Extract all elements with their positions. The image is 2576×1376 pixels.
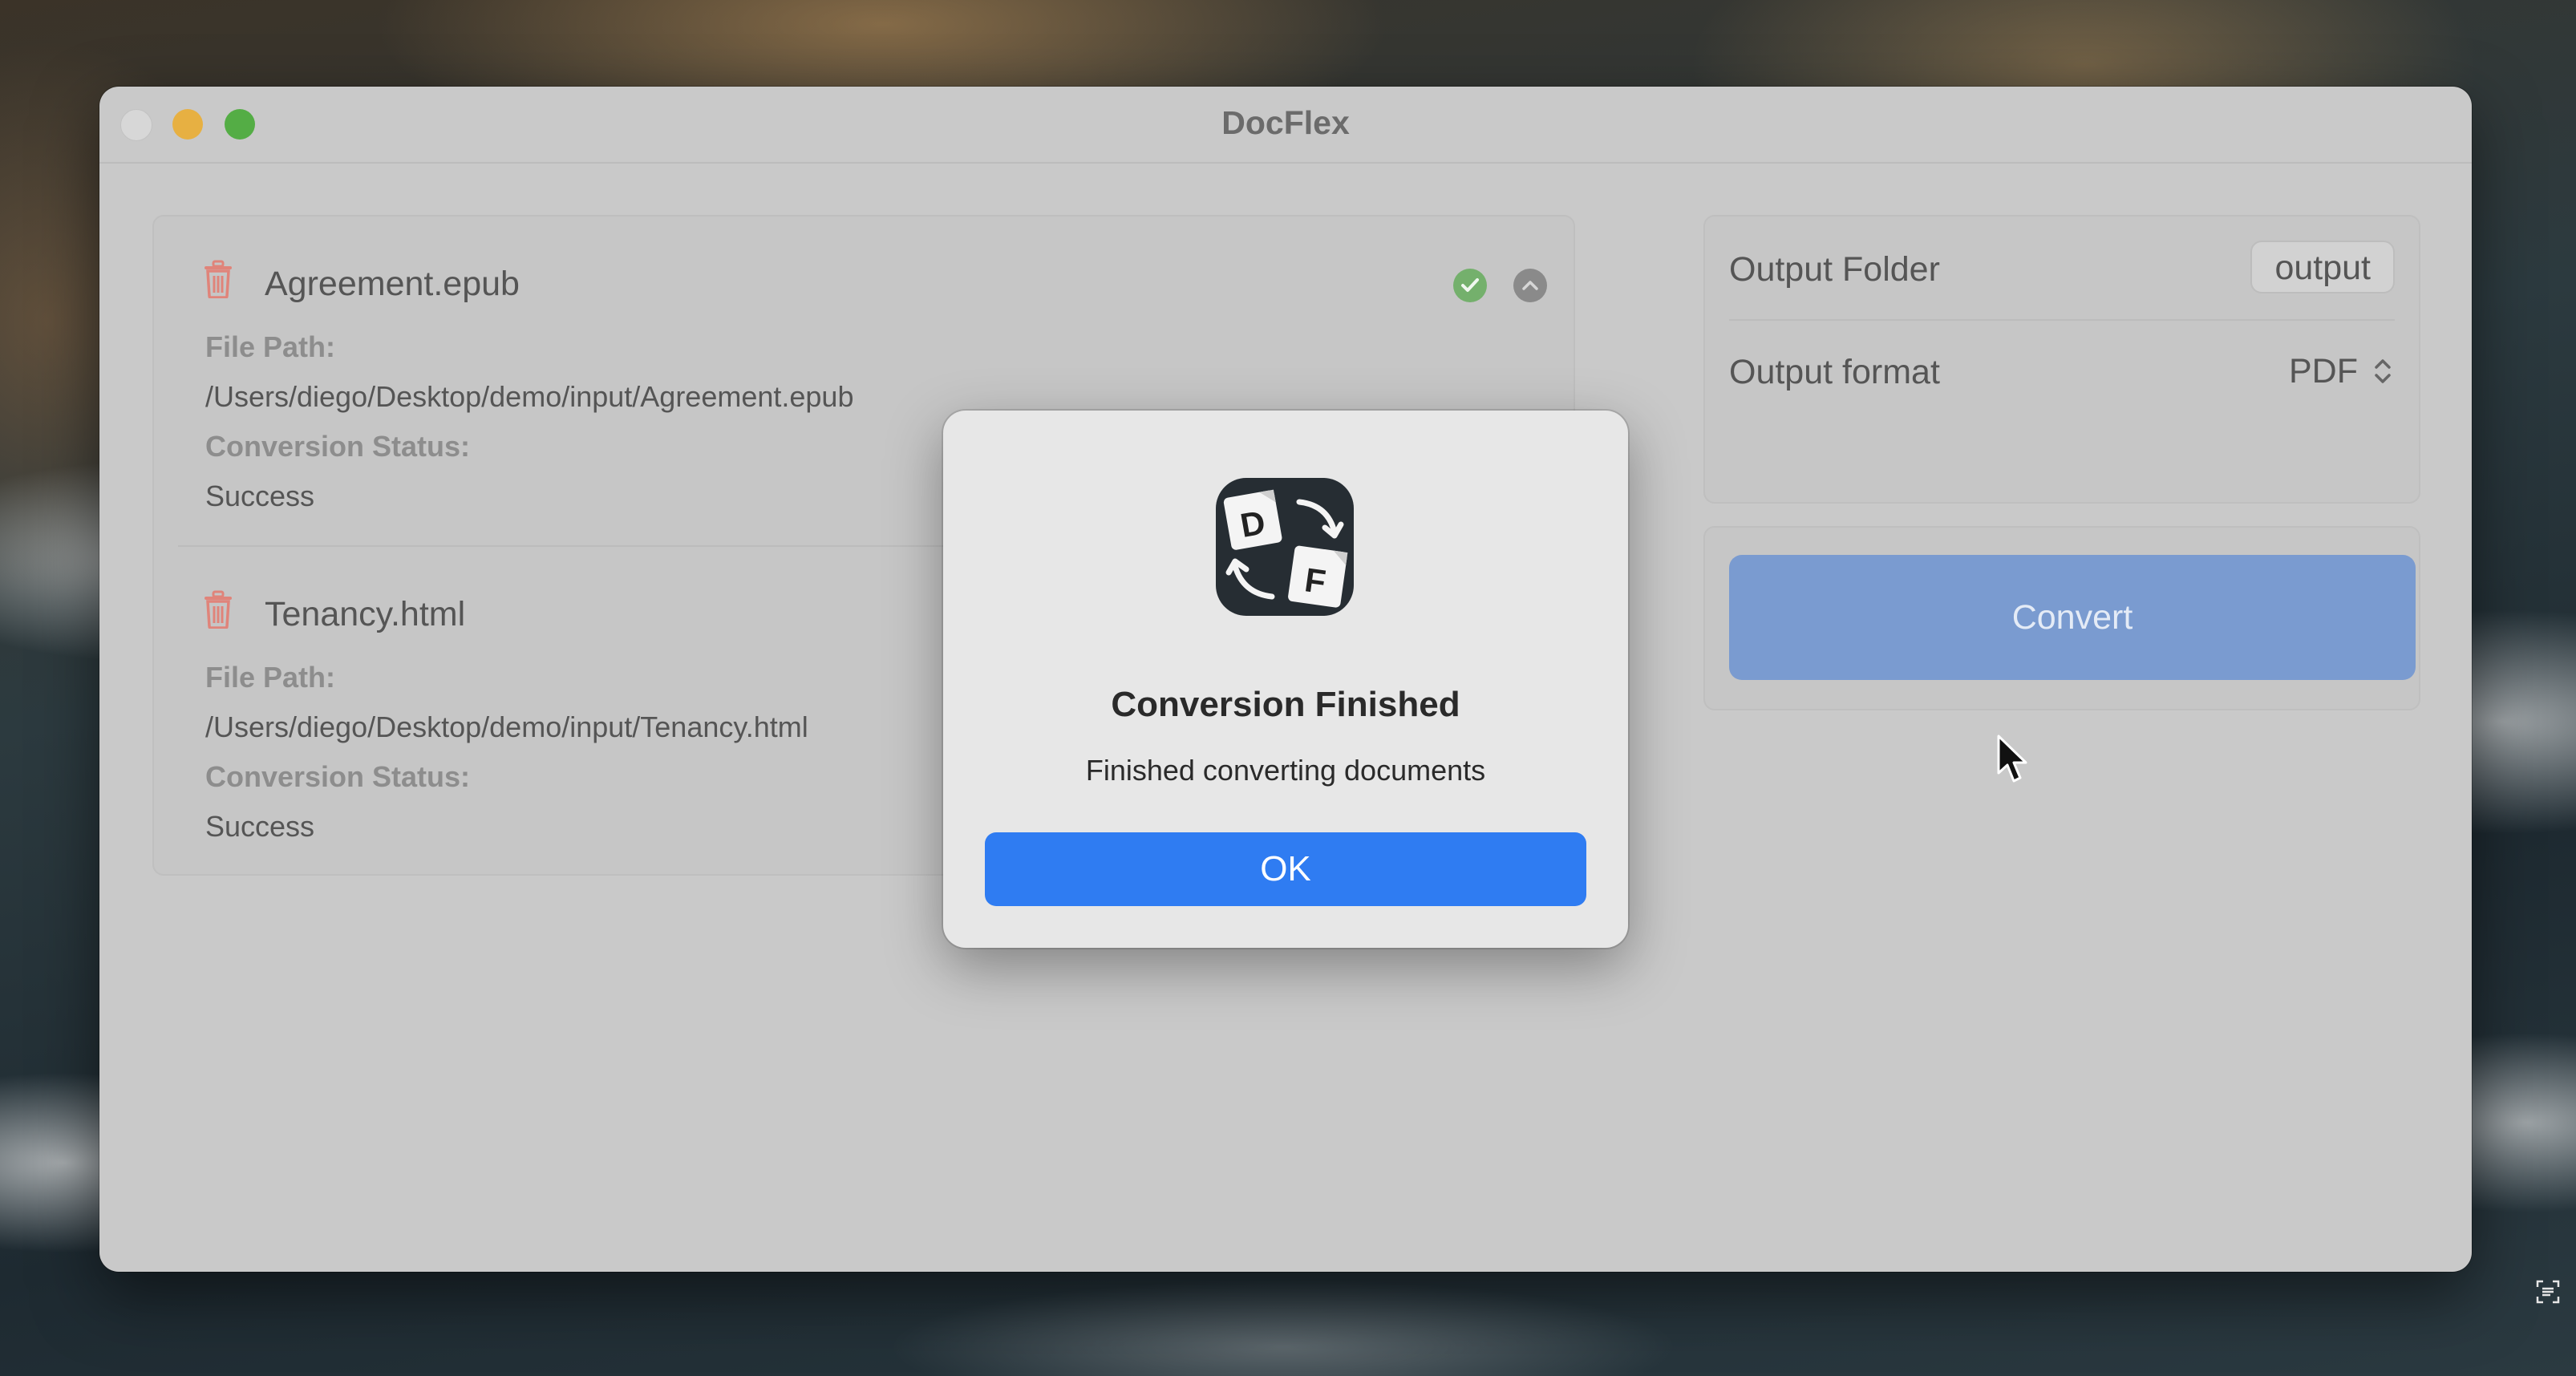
output-format-select[interactable]: PDF bbox=[2289, 345, 2395, 398]
conversion-status-value: Success bbox=[205, 480, 315, 512]
output-format-value: PDF bbox=[2289, 351, 2358, 391]
trash-icon[interactable] bbox=[202, 260, 234, 298]
collapse-button[interactable] bbox=[1513, 269, 1547, 302]
output-format-label: Output format bbox=[1729, 353, 1940, 391]
trash-icon[interactable] bbox=[202, 590, 234, 629]
checkmark-circle-icon bbox=[1453, 269, 1487, 302]
mouse-cursor-icon bbox=[1997, 735, 2027, 783]
ok-button[interactable]: OK bbox=[985, 832, 1586, 906]
output-folder-button[interactable]: output bbox=[2250, 241, 2395, 293]
output-folder-label: Output Folder bbox=[1729, 250, 1940, 289]
dialog-message: Finished converting documents bbox=[1085, 754, 1486, 787]
file-path-label: File Path: bbox=[205, 330, 336, 363]
conversion-status-label: Conversion Status: bbox=[205, 430, 471, 463]
convert-panel: Convert bbox=[1703, 526, 2420, 710]
convert-button[interactable]: Convert bbox=[1729, 555, 2416, 680]
conversion-status-label: Conversion Status: bbox=[205, 760, 471, 793]
conversion-finished-dialog: D F Conversion Finished Finished convert… bbox=[943, 411, 1628, 948]
conversion-status-value: Success bbox=[205, 810, 315, 843]
file-path-value: /Users/diego/Desktop/demo/input/Agreemen… bbox=[205, 380, 854, 413]
screenshot-capture-icon[interactable] bbox=[2536, 1280, 2560, 1304]
window-title: DocFlex bbox=[1221, 104, 1350, 141]
dialog-title: Conversion Finished bbox=[1111, 685, 1460, 724]
file-path-label: File Path: bbox=[205, 661, 336, 694]
file-name: Tenancy.html bbox=[265, 595, 466, 633]
file-path-value: /Users/diego/Desktop/demo/input/Tenancy.… bbox=[205, 710, 808, 743]
file-name: Agreement.epub bbox=[265, 265, 520, 303]
chevron-up-icon bbox=[1522, 281, 1538, 290]
title-bar: DocFlex bbox=[99, 87, 2472, 164]
settings-divider bbox=[1729, 319, 2395, 321]
up-down-chevron-icon bbox=[2375, 359, 2391, 383]
output-settings-panel: Output Folder output Output format PDF bbox=[1703, 215, 2420, 504]
docflex-app-icon: D F bbox=[1216, 478, 1354, 616]
